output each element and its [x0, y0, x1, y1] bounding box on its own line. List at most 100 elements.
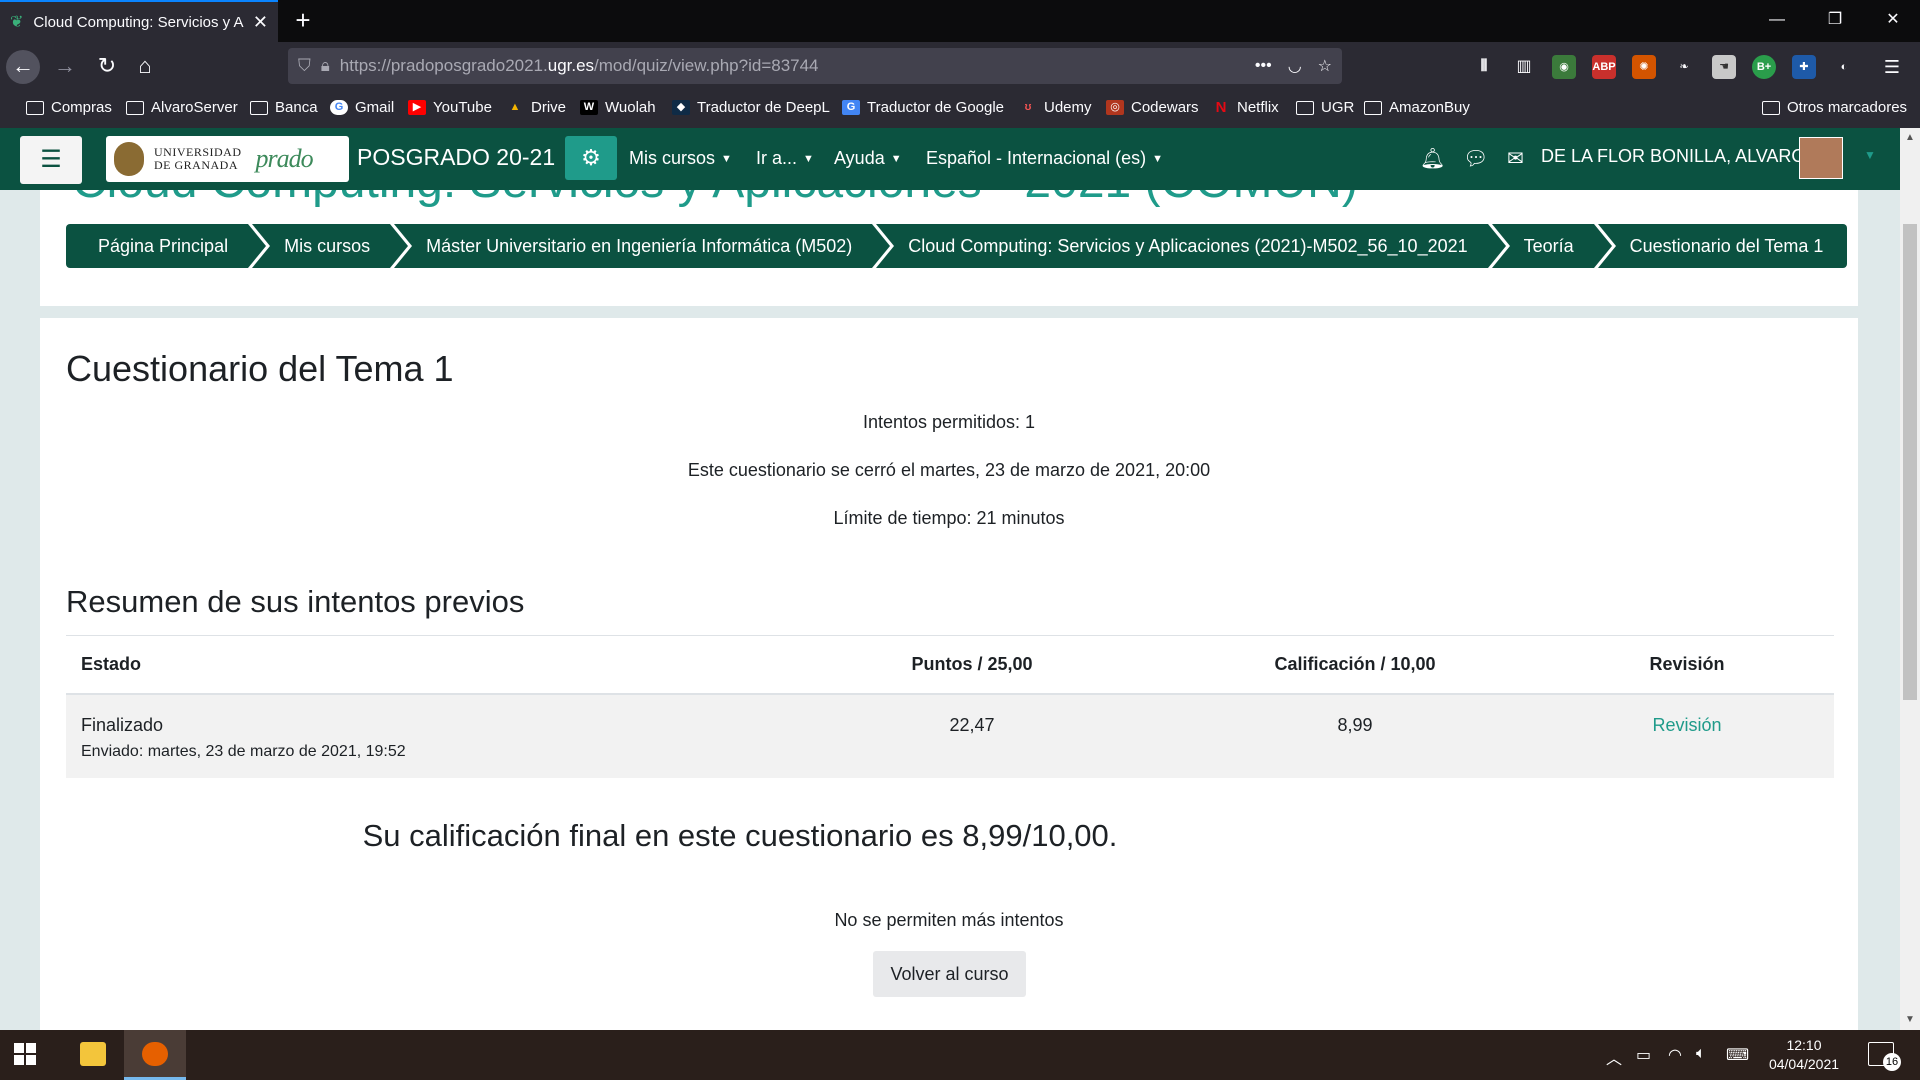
scroll-up-icon[interactable]: ▲: [1903, 132, 1917, 143]
folder-icon: [126, 100, 144, 115]
minimize-window-button[interactable]: —: [1750, 0, 1804, 42]
attempts-table: Estado Puntos / 25,00 Calificación / 10,…: [66, 635, 1834, 778]
bookmark-item[interactable]: ◎ Codewars: [1106, 99, 1199, 116]
browser-tabbar: ❦ Cloud Computing: Servicios y A ✕ + — ❐…: [0, 0, 1920, 42]
column-header: Calificación / 10,00: [1170, 635, 1540, 695]
prado-favicon-icon: ❦: [10, 14, 24, 31]
bookmark-item[interactable]: UGR: [1296, 99, 1354, 116]
attempts-allowed: Intentos permitidos: 1: [862, 412, 1036, 432]
attempt-submitted: Enviado: martes, 23 de marzo de 2021, 19…: [81, 742, 406, 760]
bookmark-star-icon[interactable]: ☆: [1318, 56, 1332, 76]
menu-mis-cursos[interactable]: Mis cursos ▼: [629, 148, 732, 169]
caret-down-icon: ▼: [1152, 153, 1164, 165]
keyboard-icon[interactable]: ⌨: [1726, 1045, 1749, 1065]
site-name[interactable]: POSGRADO 20-21: [357, 144, 555, 171]
folder-icon: [1364, 100, 1382, 115]
battery-icon[interactable]: ▭: [1636, 1045, 1651, 1065]
bookmark-item[interactable]: G Gmail: [330, 99, 394, 116]
extension-gear-icon[interactable]: ✺: [1632, 55, 1656, 79]
bookmark-item[interactable]: ▲ Drive: [506, 99, 566, 116]
user-menu-caret-icon[interactable]: ▼: [1864, 148, 1876, 162]
taskbar-firefox[interactable]: [124, 1030, 186, 1080]
quiz-main-region: Cuestionario del Tema 1 Intentos permiti…: [40, 318, 1858, 1030]
extension-hand-icon[interactable]: ☚: [1712, 55, 1736, 79]
messages-chat-icon[interactable]: 💬︎: [1463, 146, 1488, 171]
gears-icon[interactable]: ⚙: [565, 136, 617, 180]
bookmark-item[interactable]: AmazonBuy: [1364, 99, 1470, 116]
close-tab-icon[interactable]: ✕: [253, 12, 268, 33]
home-button[interactable]: ⌂: [128, 50, 162, 84]
clock-date: 04/04/2021: [1768, 1056, 1840, 1072]
back-to-course-button[interactable]: Volver al curso: [873, 951, 1026, 997]
windows-start-icon[interactable]: [14, 1043, 36, 1065]
page-scrollbar[interactable]: ▲ ▼: [1900, 128, 1920, 1030]
url-text[interactable]: https://pradoposgrado2021.ugr.es/mod/qui…: [340, 56, 1239, 76]
menu-language[interactable]: Español - Internacional (es) ▼: [926, 148, 1163, 169]
extension-bplus-icon[interactable]: B+: [1752, 55, 1776, 79]
page-actions-icon[interactable]: •••: [1255, 57, 1272, 75]
bookmark-item[interactable]: Compras: [26, 99, 112, 116]
action-center-icon[interactable]: 16: [1868, 1042, 1901, 1071]
scroll-down-icon[interactable]: ▼: [1903, 1014, 1917, 1025]
pocket-icon[interactable]: ◡: [1288, 56, 1302, 76]
bookmark-item[interactable]: ʊ Udemy: [1019, 99, 1092, 116]
new-tab-button[interactable]: +: [288, 6, 318, 36]
user-name[interactable]: DE LA FLOR BONILLA, ALVARO: [1541, 146, 1805, 167]
shield-icon[interactable]: ⛉: [298, 56, 311, 76]
adblock-plus-icon[interactable]: ABP: [1592, 55, 1616, 79]
bookmark-item[interactable]: W Wuolah: [580, 99, 656, 116]
lock-icon[interactable]: 🔒︎: [321, 56, 330, 76]
bookmark-item[interactable]: ▶ YouTube: [408, 99, 492, 116]
other-bookmarks[interactable]: Otros marcadores: [1762, 99, 1907, 116]
folder-icon: [1762, 100, 1780, 115]
column-header: Puntos / 25,00: [774, 635, 1170, 695]
sidebar-icon[interactable]: ▥: [1512, 55, 1536, 79]
udemy-icon: ʊ: [1024, 101, 1032, 113]
extension-puzzle-icon[interactable]: ◐: [1832, 55, 1856, 79]
avatar[interactable]: [1799, 137, 1843, 179]
column-header: Revisión: [1540, 635, 1834, 695]
volume-icon[interactable]: 🔈︎: [1696, 1045, 1706, 1063]
extension-icon[interactable]: ◉: [1552, 55, 1576, 79]
taskbar-file-explorer[interactable]: [62, 1030, 124, 1080]
youtube-icon: ▶: [408, 100, 426, 115]
scrollbar-thumb[interactable]: [1903, 224, 1917, 700]
menu-ir-a[interactable]: Ir a... ▼: [756, 148, 814, 169]
system-clock[interactable]: 12:10 04/04/2021: [1764, 1036, 1844, 1074]
bookmark-item[interactable]: AlvaroServer: [126, 99, 238, 116]
restore-window-button[interactable]: ❐: [1808, 0, 1862, 42]
extension-feather-icon[interactable]: ❧: [1672, 55, 1696, 79]
reload-button[interactable]: ↻: [90, 50, 124, 84]
bookmark-item[interactable]: N Netflix: [1212, 99, 1279, 116]
extension-cross-icon[interactable]: ✚: [1792, 55, 1816, 79]
review-link[interactable]: Revisión: [1652, 715, 1721, 735]
wuolah-icon: W: [580, 100, 598, 115]
attempt-review-cell: Revisión: [1540, 693, 1834, 778]
bookmark-item[interactable]: G Traductor de Google: [842, 99, 1004, 116]
library-icon[interactable]: ⫴: [1472, 55, 1496, 79]
browser-tab-active[interactable]: ❦ Cloud Computing: Servicios y A ✕: [0, 0, 278, 42]
deepl-icon: ◆: [672, 100, 690, 115]
breadcrumb-item[interactable]: Página Principal: [66, 224, 271, 268]
breadcrumb-item[interactable]: Cloud Computing: Servicios y Aplicacione…: [876, 224, 1510, 268]
bookmark-item[interactable]: Banca: [250, 99, 318, 116]
mail-icon[interactable]: ✉: [1507, 146, 1524, 171]
bookmark-item[interactable]: ◆ Traductor de DeepL: [672, 99, 830, 116]
notifications-bell-icon[interactable]: 🔔︎: [1420, 146, 1445, 171]
close-window-button[interactable]: ✕: [1866, 0, 1920, 42]
back-button[interactable]: ←: [6, 50, 40, 84]
forward-button[interactable]: →: [48, 50, 82, 84]
wifi-icon[interactable]: ◠: [1668, 1045, 1682, 1065]
chevron-up-icon[interactable]: ︿: [1606, 1045, 1622, 1069]
site-logo[interactable]: UNIVERSIDAD DE GRANADA prado: [106, 136, 349, 182]
breadcrumb-item[interactable]: Mis cursos: [252, 224, 413, 268]
hamburger-menu-icon[interactable]: ☰: [1880, 55, 1904, 79]
breadcrumb-item-current[interactable]: Cuestionario del Tema 1: [1597, 224, 1848, 268]
address-bar[interactable]: ⛉ 🔒︎ https://pradoposgrado2021.ugr.es/mo…: [288, 48, 1342, 84]
folder-icon: [26, 100, 44, 115]
drawer-toggle-button[interactable]: ☰: [20, 136, 82, 184]
breadcrumb: Página Principal Mis cursos Máster Unive…: [66, 224, 1851, 268]
university-name: UNIVERSIDAD DE GRANADA: [154, 145, 242, 172]
breadcrumb-item[interactable]: Máster Universitario en Ingeniería Infor…: [394, 224, 895, 268]
menu-ayuda[interactable]: Ayuda ▼: [834, 148, 902, 169]
